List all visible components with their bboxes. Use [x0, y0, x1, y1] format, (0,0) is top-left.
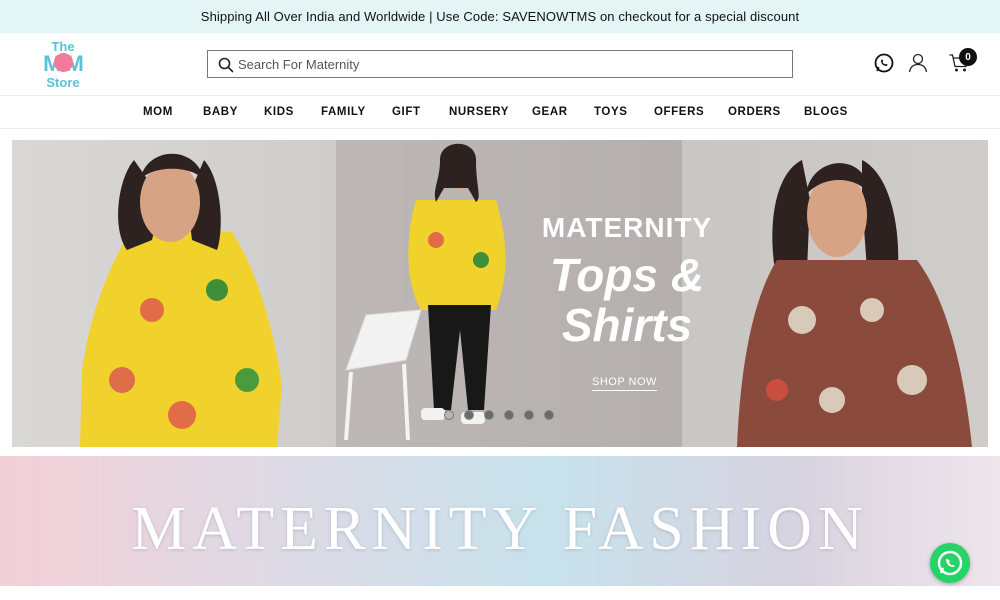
whatsapp-float-icon: [937, 550, 963, 576]
hero-image-left: [12, 140, 336, 447]
hero-title-maternity: MATERNITY: [541, 212, 713, 243]
hero-title-line-shirts: Shirts: [561, 299, 693, 351]
slider-dot-2[interactable]: [464, 410, 474, 420]
search-box[interactable]: [207, 50, 793, 78]
nav-item-offers[interactable]: OFFERS: [654, 106, 704, 118]
nav-item-baby[interactable]: BABY: [203, 106, 238, 118]
nav-item-gear[interactable]: GEAR: [532, 106, 568, 118]
nav-item-family[interactable]: FAMILY: [321, 106, 366, 118]
nav-item-kids[interactable]: KIDS: [264, 106, 294, 118]
nav-item-toys[interactable]: TOYS: [594, 106, 628, 118]
whatsapp-float-button[interactable]: [930, 543, 970, 583]
nav-item-orders[interactable]: ORDERS: [728, 106, 781, 118]
shop-now-link[interactable]: SHOP NOW: [592, 376, 657, 391]
maternity-fashion-banner[interactable]: MATERNITY FASHION: [0, 456, 1000, 586]
slider-dots: [444, 410, 554, 420]
slider-dot-4[interactable]: [504, 410, 514, 420]
slider-dot-1[interactable]: [444, 410, 454, 420]
slider-dot-5[interactable]: [524, 410, 534, 420]
model-yellow-shirt-image: [80, 153, 282, 447]
slider-dot-3[interactable]: [484, 410, 494, 420]
logo-face-icon: [54, 53, 73, 72]
nav-item-gift[interactable]: GIFT: [392, 106, 421, 118]
user-icon[interactable]: [907, 52, 929, 74]
announcement-bar: Shipping All Over India and Worldwide | …: [0, 0, 1000, 33]
announcement-text: Shipping All Over India and Worldwide | …: [200, 9, 800, 24]
hero-slider[interactable]: MATERNITY Tops & Shirts SHOP NOW: [12, 140, 988, 447]
nav-item-nursery[interactable]: NURSERY: [449, 106, 509, 118]
banner-title: MATERNITY FASHION: [131, 495, 869, 563]
search-icon[interactable]: [218, 57, 234, 73]
cart-count-badge: 0: [959, 48, 977, 66]
logo-text-store: Store: [46, 75, 80, 90]
nav-item-blogs[interactable]: BLOGS: [804, 106, 848, 118]
site-header: The M M Store 0: [0, 33, 1000, 95]
main-nav: MOM BABY KIDS FAMILY GIFT NURSERY GEAR T…: [0, 95, 1000, 129]
hero-title-tops-shirts: Tops & Shirts: [512, 250, 742, 350]
whatsapp-icon[interactable]: [873, 52, 895, 74]
search-input[interactable]: [238, 52, 778, 76]
hero-title-line-tops: Tops &: [549, 249, 705, 301]
slider-dot-6[interactable]: [544, 410, 554, 420]
nav-item-mom[interactable]: MOM: [143, 106, 173, 118]
store-logo[interactable]: The M M Store: [34, 38, 92, 90]
